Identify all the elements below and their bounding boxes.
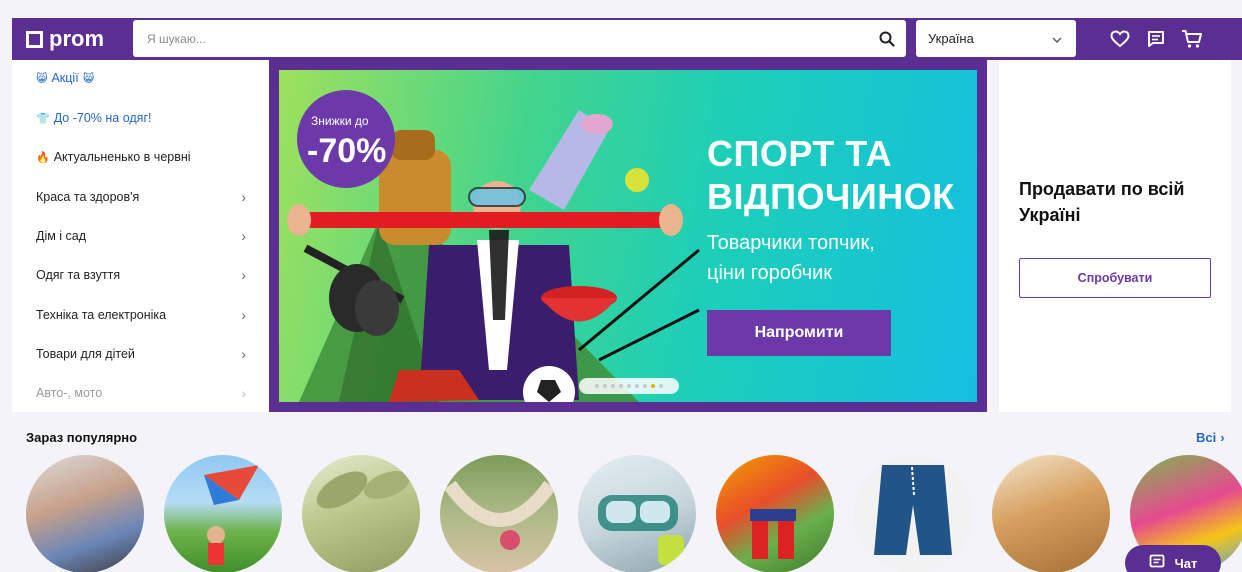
sell-promo-card: Продавати по всій Україні Спробувати: [999, 60, 1231, 412]
cart-icon[interactable]: [1174, 18, 1210, 60]
carousel-dot[interactable]: [611, 384, 615, 388]
sidebar-item-label: Авто-, мото: [36, 386, 103, 400]
sell-title: Продавати по всій Україні: [1019, 179, 1185, 225]
region-select[interactable]: Україна: [916, 20, 1076, 57]
popular-title: Зараз популярно: [26, 430, 138, 445]
chevron-right-icon: ›: [241, 385, 246, 401]
chat-icon: [1149, 554, 1165, 572]
sidebar-item-label: Актуальненько в червні: [53, 150, 191, 164]
sidebar-item-auto[interactable]: Авто-, мото ›: [36, 385, 246, 401]
banner-cta-button[interactable]: Напромити: [707, 310, 891, 356]
popular-item-hammock[interactable]: [440, 455, 558, 572]
carousel-dot[interactable]: [659, 384, 663, 388]
chevron-right-icon: ›: [1220, 430, 1225, 445]
logo-text: prom: [49, 26, 104, 51]
carousel-dot[interactable]: [635, 384, 639, 388]
cat-emoji-icon: 😸: [36, 73, 48, 85]
promo-banner[interactable]: Знижки до -70% СПОРТ ТА ВІДПОЧИНОК Товар…: [269, 60, 987, 412]
chevron-right-icon: ›: [241, 346, 246, 362]
category-sidebar: 😸 Акції 😸 👕 До -70% на одяг! 🔥 Актуальненько…: [12, 60, 269, 412]
search-input[interactable]: Я шукаю...: [147, 32, 868, 46]
sidebar-item-label: Техніка та електроніка: [36, 308, 167, 322]
popular-item-copper-mug[interactable]: [992, 455, 1110, 572]
chat-button[interactable]: Чат: [1125, 545, 1221, 572]
popular-categories: [26, 455, 1242, 572]
chevron-down-icon: [1052, 31, 1062, 46]
top-header: prom Я шукаю... Україна: [12, 18, 1242, 60]
sidebar-item-beauty[interactable]: Краса та здоров'я ›: [36, 189, 246, 205]
all-link-label: Всі: [1196, 430, 1217, 445]
sidebar-item-kids[interactable]: Товари для дітей ›: [36, 346, 246, 362]
search-bar[interactable]: Я шукаю...: [133, 20, 906, 57]
sidebar-item-label: Краса та здоров'я: [36, 190, 140, 204]
chevron-right-icon: ›: [241, 228, 246, 244]
message-icon[interactable]: [1138, 18, 1174, 60]
sidebar-item-label: Акції: [51, 71, 79, 85]
logo-square-icon: [26, 30, 43, 48]
sidebar-item-promo[interactable]: 😸 Акції 😸: [36, 71, 246, 85]
search-icon[interactable]: [868, 20, 906, 57]
carousel-dot[interactable]: [619, 384, 623, 388]
sidebar-item-home-garden[interactable]: Дім і сад ›: [36, 228, 246, 244]
chevron-right-icon: ›: [241, 189, 246, 205]
chat-label: Чат: [1174, 555, 1198, 571]
banner-subtitle: Товарчики топчик, ціни горобчик: [707, 228, 875, 288]
prom-logo[interactable]: prom: [26, 26, 104, 52]
header-actions: [1102, 18, 1210, 60]
sidebar-item-label: До -70% на одяг!: [53, 111, 152, 125]
discount-small-text: Знижки до: [311, 114, 369, 128]
banner-subtitle-line: Товарчики топчик,: [707, 232, 875, 254]
popular-all-link[interactable]: Всі ›: [1196, 430, 1225, 445]
popular-item-men-shorts[interactable]: [854, 455, 972, 572]
sidebar-item-label: Одяг та взуття: [36, 268, 121, 282]
page: prom Я шукаю... Україна 😸 Акції 😸 👕 До -…: [0, 0, 1242, 572]
banner-title-line: ВІДПОЧИНОК: [707, 176, 955, 217]
fire-icon: 🔥: [36, 152, 50, 164]
popular-item-shorts[interactable]: [26, 455, 144, 572]
sidebar-item-label: Дім і сад: [36, 229, 87, 243]
sidebar-item-june[interactable]: 🔥 Актуальненько в червні: [36, 150, 246, 164]
carousel-dot[interactable]: [627, 384, 631, 388]
carousel-dot[interactable]: [643, 384, 647, 388]
cat-emoji-icon: 😸: [82, 73, 95, 85]
sidebar-item-clothes[interactable]: Одяг та взуття ›: [36, 267, 246, 283]
region-value: Україна: [928, 31, 974, 46]
banner-subtitle-line: ціни горобчик: [707, 262, 833, 284]
banner-title: СПОРТ ТА ВІДПОЧИНОК: [707, 132, 955, 218]
chevron-right-icon: ›: [241, 307, 246, 323]
chevron-right-icon: ›: [241, 267, 246, 283]
popular-item-herbal-powder[interactable]: [302, 455, 420, 572]
tshirt-icon: 👕: [36, 113, 50, 125]
popular-item-rain-boots[interactable]: [716, 455, 834, 572]
carousel-dot[interactable]: [595, 384, 599, 388]
sidebar-item-clothes-sale[interactable]: 👕 До -70% на одяг!: [36, 111, 246, 125]
heart-icon[interactable]: [1102, 18, 1138, 60]
popular-item-kite[interactable]: [164, 455, 282, 572]
sidebar-item-electronics[interactable]: Техніка та електроніка ›: [36, 307, 246, 323]
carousel-dots[interactable]: [579, 378, 679, 394]
sidebar-item-label: Товари для дітей: [36, 347, 135, 361]
discount-badge: Знижки до -70%: [297, 90, 395, 188]
banner-title-line: СПОРТ ТА: [707, 133, 893, 174]
popular-item-snorkel-mask[interactable]: [578, 455, 696, 572]
carousel-dot[interactable]: [603, 384, 607, 388]
try-button[interactable]: Спробувати: [1019, 258, 1211, 298]
discount-value: -70%: [307, 132, 387, 170]
carousel-dot[interactable]: [651, 384, 655, 388]
banner-slide[interactable]: Знижки до -70% СПОРТ ТА ВІДПОЧИНОК Товар…: [279, 70, 977, 402]
